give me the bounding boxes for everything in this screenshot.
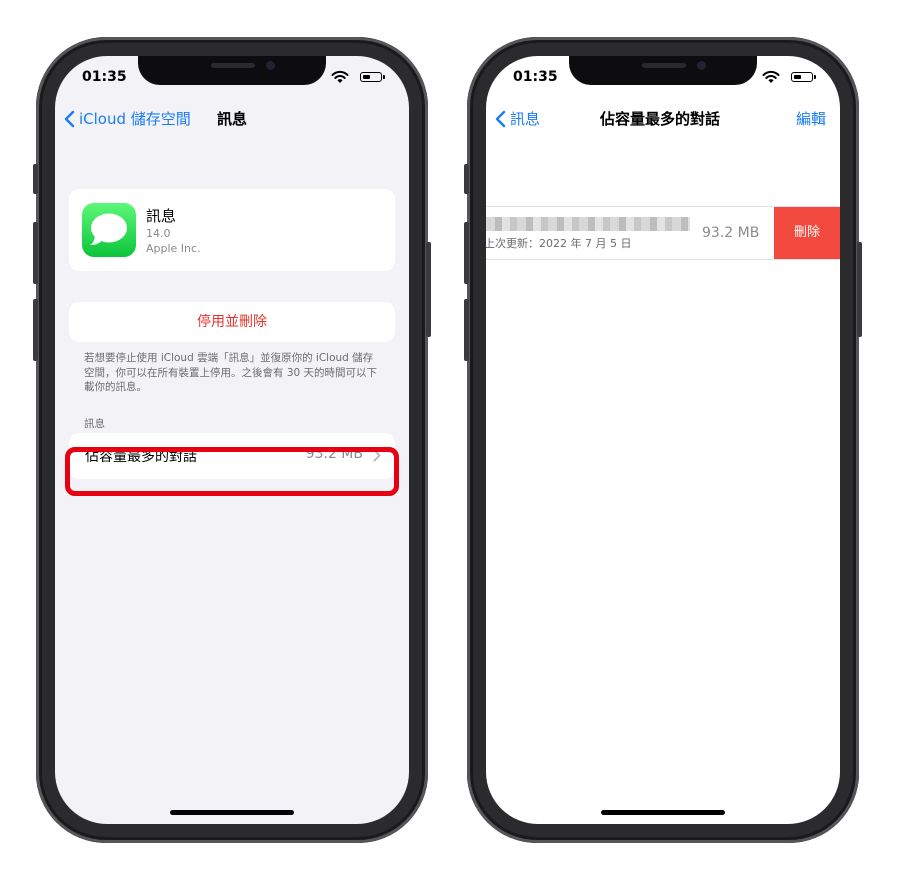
messages-app-icon xyxy=(82,203,136,257)
speaker xyxy=(642,63,686,68)
page-title: 訊息 xyxy=(217,110,248,128)
volume-down-button xyxy=(33,299,38,361)
speaker xyxy=(211,63,255,68)
disable-and-delete-button[interactable]: 停用並刪除 xyxy=(69,302,395,342)
back-button[interactable]: iCloud 儲存空間 xyxy=(64,108,191,129)
side-button xyxy=(426,242,431,337)
front-camera xyxy=(266,61,275,70)
app-version: 14.0 xyxy=(146,227,171,240)
blurred-contact-name xyxy=(486,217,690,231)
volume-up-button xyxy=(33,222,38,284)
wifi-icon xyxy=(762,70,780,83)
notch xyxy=(138,56,326,85)
page-title: 佔容量最多的對話 xyxy=(600,110,721,128)
front-camera xyxy=(697,61,706,70)
battery-tip xyxy=(814,75,816,79)
disable-footnote: 若想要停止使用 iCloud 雲端「訊息」並復原你的 iCloud 儲存空間，你… xyxy=(84,352,378,393)
disable-delete-card: 停用並刪除 xyxy=(69,302,395,342)
top-conversations-label: 佔容量最多的對話 xyxy=(85,449,197,465)
status-time: 01:35 xyxy=(513,69,558,85)
wifi-icon xyxy=(331,70,349,83)
status-icons xyxy=(331,69,387,85)
app-info-card: 訊息 14.0 Apple Inc. xyxy=(69,189,395,271)
back-button-label: 訊息 xyxy=(510,110,541,128)
battery-tip xyxy=(383,75,385,79)
notch xyxy=(569,56,757,85)
screen-left: 01:35 iCloud 儲存空間 訊息 訊息 14.0 Apple Inc. … xyxy=(55,56,409,824)
home-indicator[interactable] xyxy=(170,810,294,815)
back-button-label: iCloud 儲存空間 xyxy=(79,110,191,128)
speech-bubble-icon xyxy=(90,213,127,245)
edit-button[interactable]: 編輯 xyxy=(796,108,826,129)
home-indicator[interactable] xyxy=(601,810,725,815)
battery-icon xyxy=(360,72,382,82)
silent-switch xyxy=(464,164,469,194)
section-header-messages: 訊息 xyxy=(84,418,105,430)
top-conversations-size: 93.2 MB xyxy=(305,446,363,462)
chevron-left-icon xyxy=(64,110,75,127)
chevron-left-icon xyxy=(495,110,506,127)
delete-button[interactable]: 刪除 xyxy=(774,207,840,259)
phone-frame-left: 01:35 iCloud 儲存空間 訊息 訊息 14.0 Apple Inc. … xyxy=(33,37,431,843)
chevron-right-icon xyxy=(373,449,381,462)
conversation-row[interactable]: 上次更新：2022 年 7 月 5 日 93.2 MB 刪除 xyxy=(486,206,840,260)
side-button xyxy=(857,242,862,337)
silent-switch xyxy=(33,164,38,194)
conversation-last-updated: 上次更新：2022 年 7 月 5 日 xyxy=(486,237,632,250)
status-icons xyxy=(762,69,818,85)
back-button[interactable]: 訊息 xyxy=(495,108,540,129)
status-time: 01:35 xyxy=(82,69,127,85)
top-conversations-row[interactable]: 佔容量最多的對話 93.2 MB xyxy=(69,433,395,479)
volume-down-button xyxy=(464,299,469,361)
conversation-size: 93.2 MB xyxy=(702,225,760,241)
app-name: 訊息 xyxy=(146,207,177,225)
screen-right: 01:35 訊息 佔容量最多的對話 編輯 上次更新：2022 年 7 月 5 日… xyxy=(486,56,840,824)
phone-frame-right: 01:35 訊息 佔容量最多的對話 編輯 上次更新：2022 年 7 月 5 日… xyxy=(464,37,862,843)
app-developer: Apple Inc. xyxy=(146,242,201,255)
battery-icon xyxy=(791,72,813,82)
volume-up-button xyxy=(464,222,469,284)
